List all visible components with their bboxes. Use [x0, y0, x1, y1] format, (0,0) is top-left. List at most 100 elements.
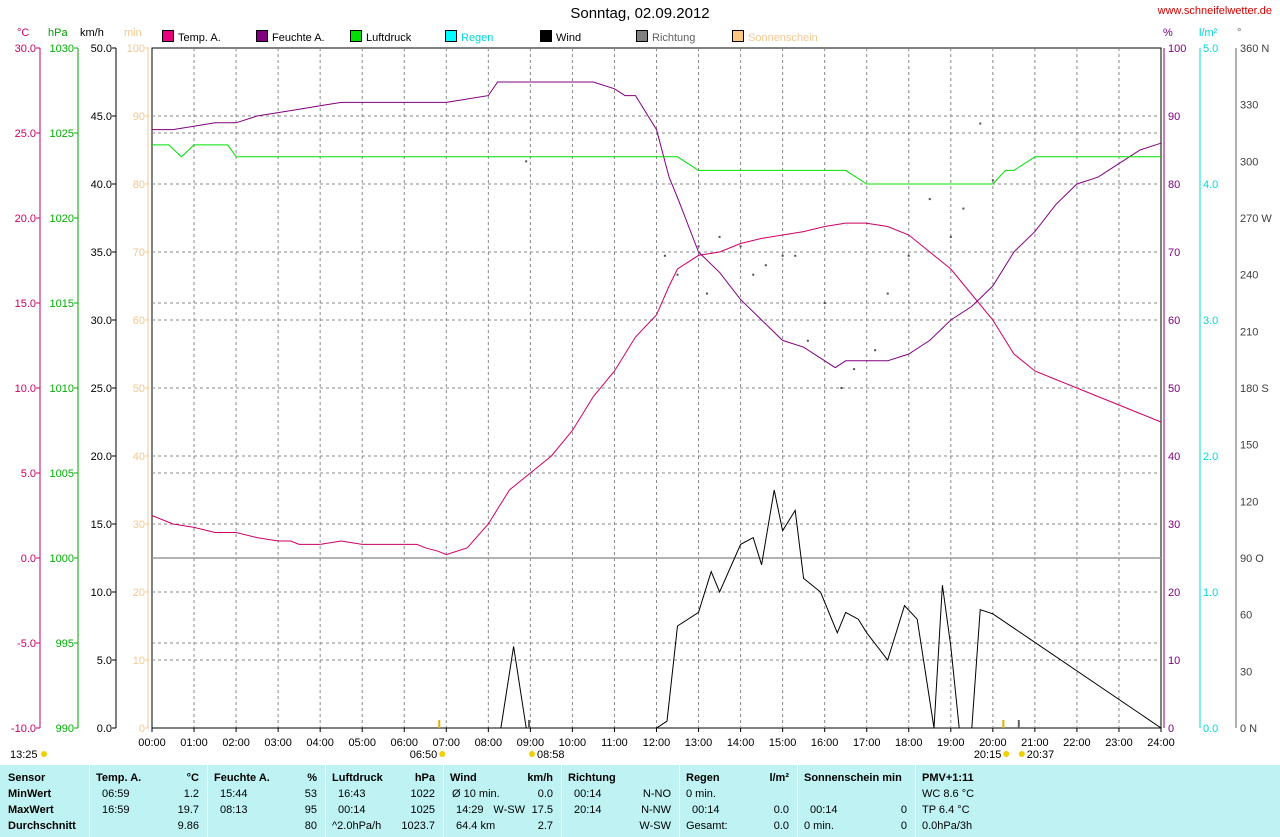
x-tick-label: 09:00	[517, 737, 545, 749]
stats-sun-total: 0	[900, 820, 907, 832]
wind-tick-label: 0.0	[97, 723, 112, 735]
legend-item-temp: Temp. A.	[162, 30, 221, 44]
direction-point	[853, 368, 856, 371]
legend-label-rain: Regen	[461, 32, 494, 44]
legend-item-wind: Wind	[540, 30, 581, 44]
direction-tick-label: 300	[1240, 156, 1258, 168]
x-tick-label: 16:00	[811, 737, 839, 749]
direction-point	[840, 387, 843, 389]
stats-unit-wind: km/h	[527, 772, 553, 784]
stats-humidity-min: 53	[304, 788, 317, 800]
direction-point	[781, 254, 784, 257]
stats-table: Sensor MinWert MaxWert Durchschnitt Temp…	[0, 765, 1280, 837]
stats-sun-max-time: 00:14	[810, 804, 838, 816]
rain-tick-label: 4.0	[1203, 179, 1218, 191]
direction-tick-label: 90 O	[1240, 553, 1264, 565]
stats-pressure-max: 1025	[410, 804, 435, 816]
legend-label-pressure: Luftdruck	[366, 32, 412, 44]
stats-header-pmv: PMV+1:11	[922, 772, 974, 784]
x-tick-label: 19:00	[937, 737, 965, 749]
marker-label-sunrise-ext: 08:58	[537, 749, 565, 761]
legend-swatch-sun	[732, 30, 744, 42]
wind-tick-label: 5.0	[97, 655, 112, 667]
stats-wind-avg-10min: 0.0	[537, 788, 553, 800]
stats-pressure-max-time: 00:14	[338, 804, 366, 816]
stats-wind-max-dir: W-SW	[493, 804, 525, 816]
wind-tick-label: 25.0	[91, 383, 112, 395]
sun-icon	[41, 751, 47, 757]
sun-tick-label: 50	[133, 383, 145, 395]
stats-direction-max: N-NW	[641, 804, 671, 816]
direction-tick-label: 60	[1240, 610, 1252, 622]
legend-item-direction: Richtung	[636, 30, 695, 44]
pressure-tick-label: 1000	[50, 553, 74, 565]
stats-label-min: MinWert	[8, 788, 52, 800]
wind-tick-label: 15.0	[91, 519, 112, 531]
temp-tick-label: 0.0	[21, 553, 36, 565]
direction-point	[886, 292, 889, 295]
temp-tick-label: 30.0	[15, 43, 36, 55]
legend-item-sun: Sonnenschein	[732, 30, 818, 44]
stats-header-temp: Temp. A.	[96, 772, 142, 784]
pressure-tick-label: 995	[56, 638, 74, 650]
legend-swatch-rain	[445, 30, 457, 42]
axis-title-wind: km/h	[80, 27, 104, 39]
sun-tick-label: 40	[133, 451, 145, 463]
stats-pressure-trend: ^2.0hPa/h	[332, 820, 382, 832]
rain-tick-label: 1.0	[1203, 587, 1218, 599]
direction-point	[718, 235, 721, 238]
direction-point	[676, 273, 679, 276]
wind-tick-label: 30.0	[91, 315, 112, 327]
legend-item-pressure: Luftdruck	[350, 30, 411, 44]
legend-item-rain: Regen	[445, 30, 493, 44]
stats-pmv-windchill: WC 8.6 °C	[922, 788, 975, 800]
stats-col-sensor: Sensor MinWert MaxWert Durchschnitt	[0, 765, 88, 837]
wind-tick-label: 40.0	[91, 179, 112, 191]
direction-point	[663, 254, 666, 257]
stats-pressure-avg: 1023.7	[401, 820, 435, 832]
rain-tick-label: 3.0	[1203, 315, 1218, 327]
direction-point	[979, 122, 982, 125]
stats-sun-max: 0	[900, 804, 907, 816]
direction-tick-label: 210	[1240, 326, 1258, 338]
stats-header-humidity: Feuchte A.	[214, 772, 270, 784]
stats-humidity-min-time: 15:44	[220, 788, 248, 800]
sun-tick-label: 10	[133, 655, 145, 667]
humidity-tick-label: 50	[1168, 383, 1180, 395]
site-link[interactable]: www.schneifelwetter.de	[1158, 5, 1272, 17]
axis-title-humidity: %	[1163, 27, 1173, 39]
stats-temp-min-time: 06:59	[102, 788, 130, 800]
marker-label-sunset: 20:15	[974, 749, 1002, 761]
wind-tick-label: 45.0	[91, 111, 112, 123]
stats-direction-max-time: 20:14	[574, 804, 602, 816]
stats-pressure-min-time: 16:43	[338, 788, 366, 800]
sun-icon	[439, 751, 446, 757]
stats-wind-max: 17.5	[531, 804, 553, 816]
legend-swatch-wind	[540, 30, 552, 42]
stats-wind-avg-label: Ø 10 min.	[452, 788, 500, 800]
direction-tick-label: 180 S	[1240, 383, 1269, 395]
stats-col-sun: Sonnenschein min 00:14 0 0 min. 0	[797, 765, 915, 837]
direction-point	[739, 245, 742, 248]
stats-direction-min: N-NO	[642, 788, 671, 800]
stats-col-temp: Temp. A. °C 06:59 1.2 16:59 19.7 9.86	[89, 765, 207, 837]
temp-tick-label: 5.0	[21, 468, 36, 480]
pressure-tick-label: 1010	[50, 383, 74, 395]
humidity-tick-label: 0	[1168, 723, 1174, 735]
temp-tick-label: 15.0	[15, 298, 36, 310]
x-tick-label: 05:00	[348, 737, 376, 749]
direction-point	[907, 254, 910, 257]
humidity-tick-label: 30	[1168, 519, 1180, 531]
sun-tick-label: 60	[133, 315, 145, 327]
wind-tick-label: 20.0	[91, 451, 112, 463]
stats-unit-pressure: hPa	[414, 772, 435, 784]
stats-col-humidity: Feuchte A.% 15:44 53 08:13 95 80	[207, 765, 325, 837]
direction-point	[949, 235, 952, 238]
sun-tick-label: 90	[133, 111, 145, 123]
direction-tick-label: 330	[1240, 100, 1258, 112]
direction-point	[525, 160, 528, 163]
sun-tick-label: 80	[133, 179, 145, 191]
x-tick-label: 10:00	[559, 737, 587, 749]
humidity-tick-label: 20	[1168, 587, 1180, 599]
stats-header-direction: Richtung	[568, 772, 616, 784]
